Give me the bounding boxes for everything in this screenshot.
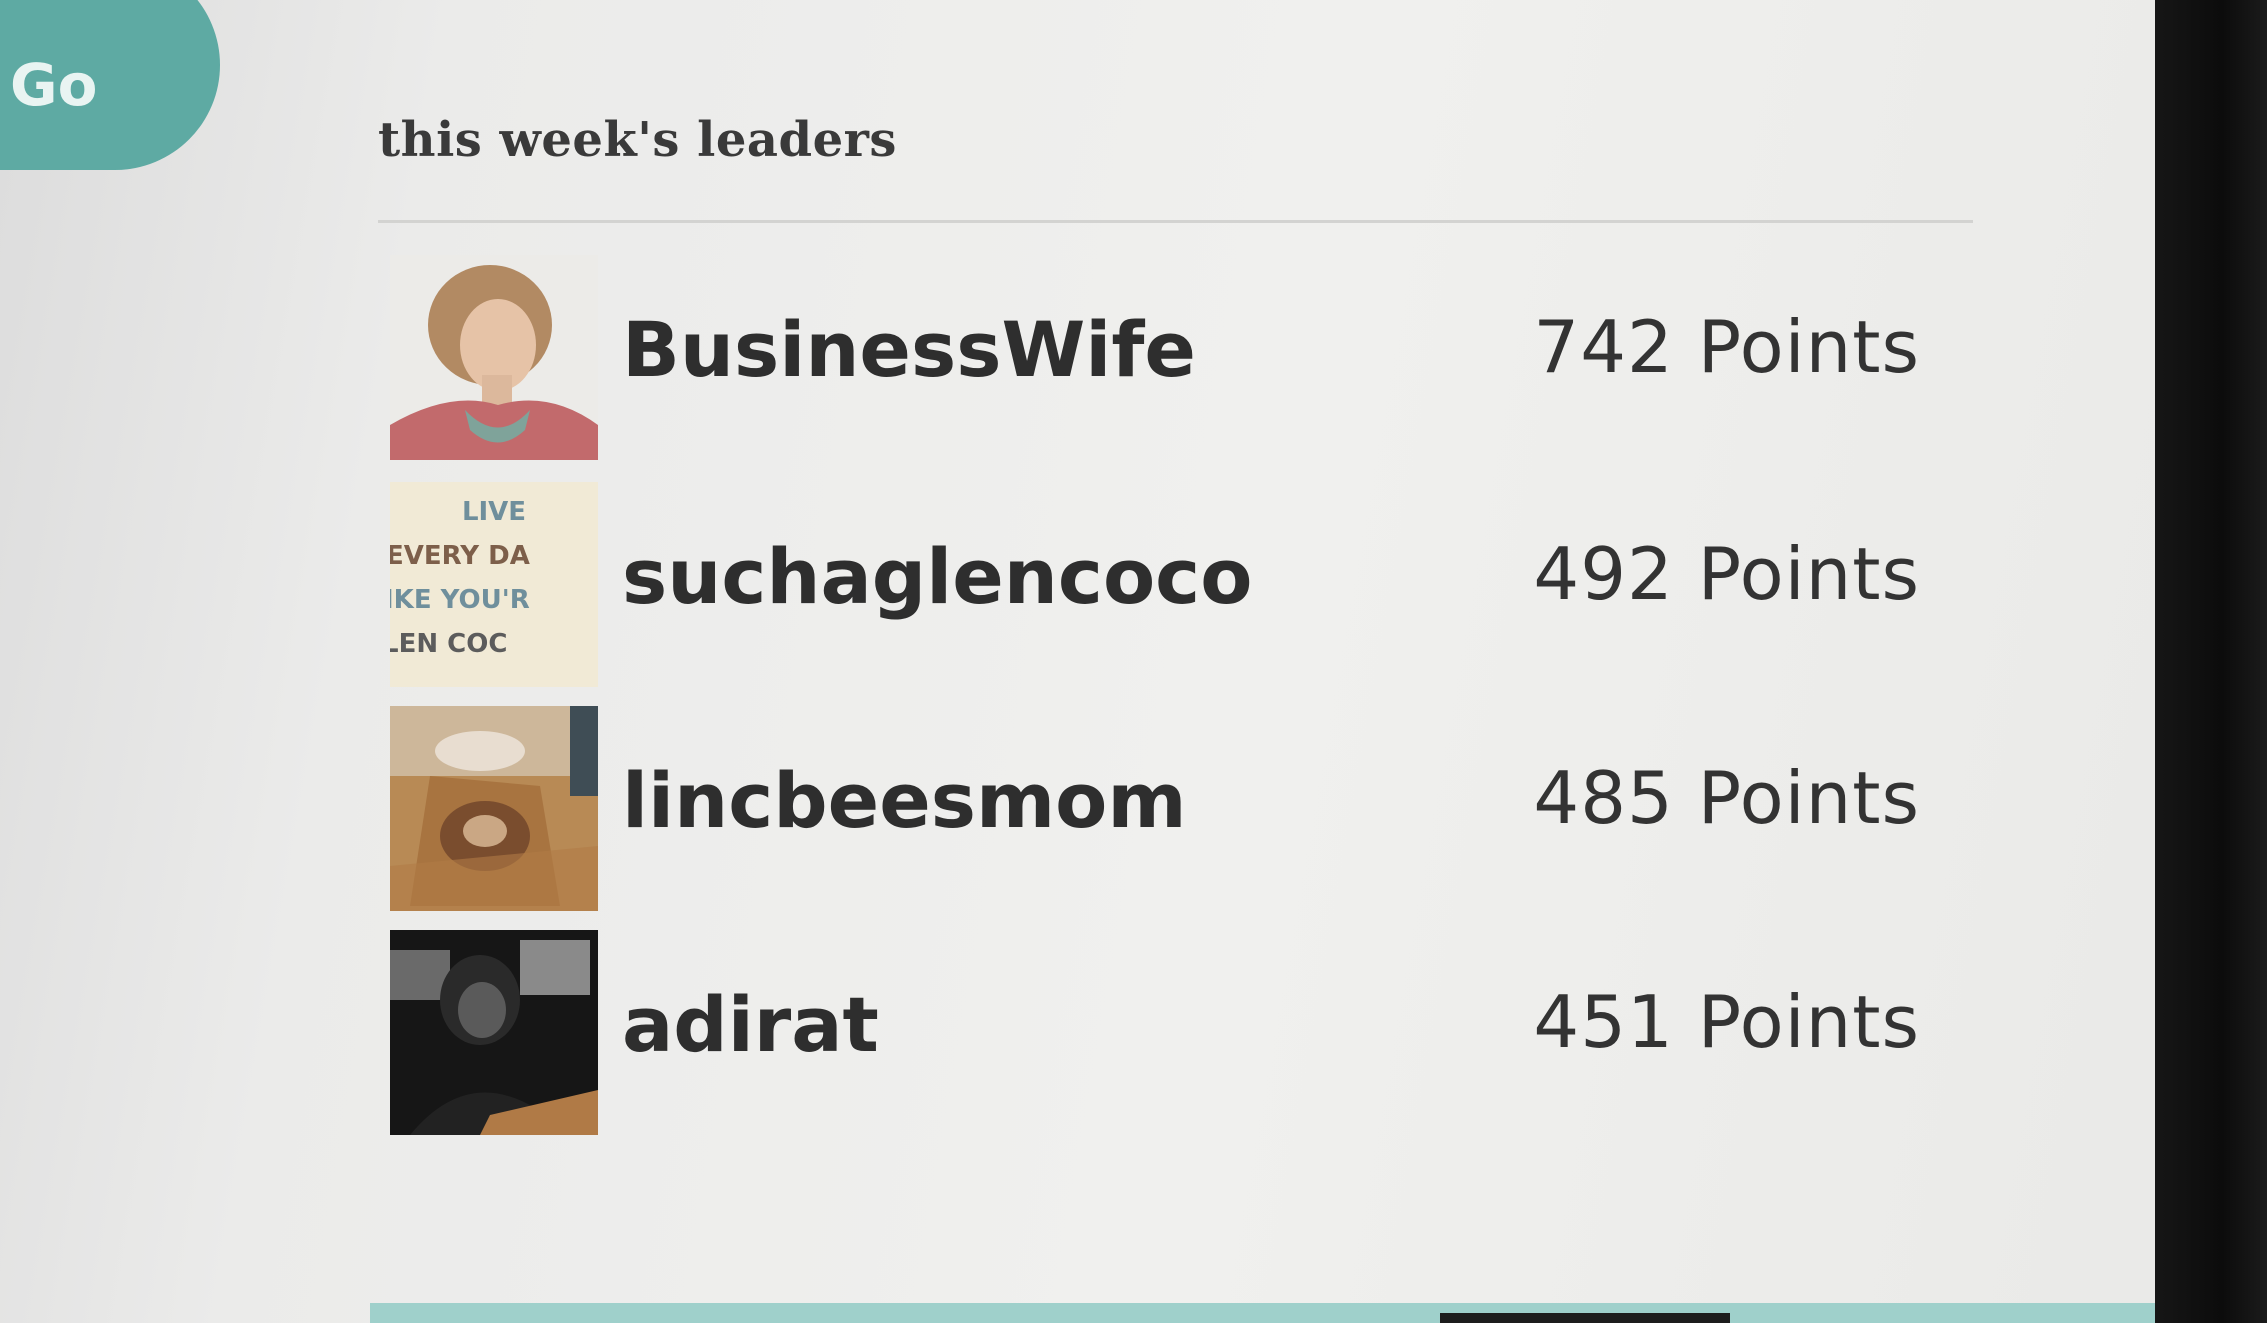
go-button[interactable]: Go bbox=[0, 0, 220, 170]
leader-row[interactable]: LIVE EVERY DA IKE YOU'R LEN COC suchagle… bbox=[390, 482, 1920, 687]
leaderboard-title: this week's leaders bbox=[378, 112, 897, 168]
leader-points: 742 Points bbox=[1533, 305, 1920, 389]
leader-points: 451 Points bbox=[1533, 980, 1920, 1064]
leader-points: 485 Points bbox=[1533, 756, 1920, 840]
portrait-avatar[interactable] bbox=[390, 255, 598, 460]
leader-username[interactable]: BusinessWife bbox=[622, 305, 1196, 394]
avatar-text-line: EVERY DA bbox=[390, 541, 530, 571]
avatar-text-line: IKE YOU'R bbox=[390, 585, 530, 615]
footer-dark-bar bbox=[1440, 1313, 1730, 1323]
leader-row[interactable]: lincbeesmom 485 Points bbox=[390, 706, 1920, 911]
leader-points: 492 Points bbox=[1533, 532, 1920, 616]
divider bbox=[378, 220, 1973, 223]
dark-photo-avatar[interactable] bbox=[390, 930, 598, 1135]
leader-row[interactable]: adirat 451 Points bbox=[390, 930, 1920, 1135]
avatar-text-line: LIVE bbox=[462, 497, 526, 527]
leader-row[interactable]: BusinessWife 742 Points bbox=[390, 255, 1920, 460]
leader-username[interactable]: lincbeesmom bbox=[622, 756, 1187, 845]
text-quote-avatar[interactable]: LIVE EVERY DA IKE YOU'R LEN COC bbox=[390, 482, 598, 687]
go-button-label: Go bbox=[10, 51, 98, 119]
avatar-text-line: LEN COC bbox=[390, 629, 507, 659]
footer-bar bbox=[370, 1303, 2155, 1323]
photo-avatar[interactable] bbox=[390, 706, 598, 911]
screen: Go this week's leaders BusinessWife 742 … bbox=[0, 0, 2267, 1323]
leader-username[interactable]: suchaglencoco bbox=[622, 532, 1252, 621]
screen-bezel bbox=[2155, 0, 2267, 1323]
leader-username[interactable]: adirat bbox=[622, 980, 879, 1069]
